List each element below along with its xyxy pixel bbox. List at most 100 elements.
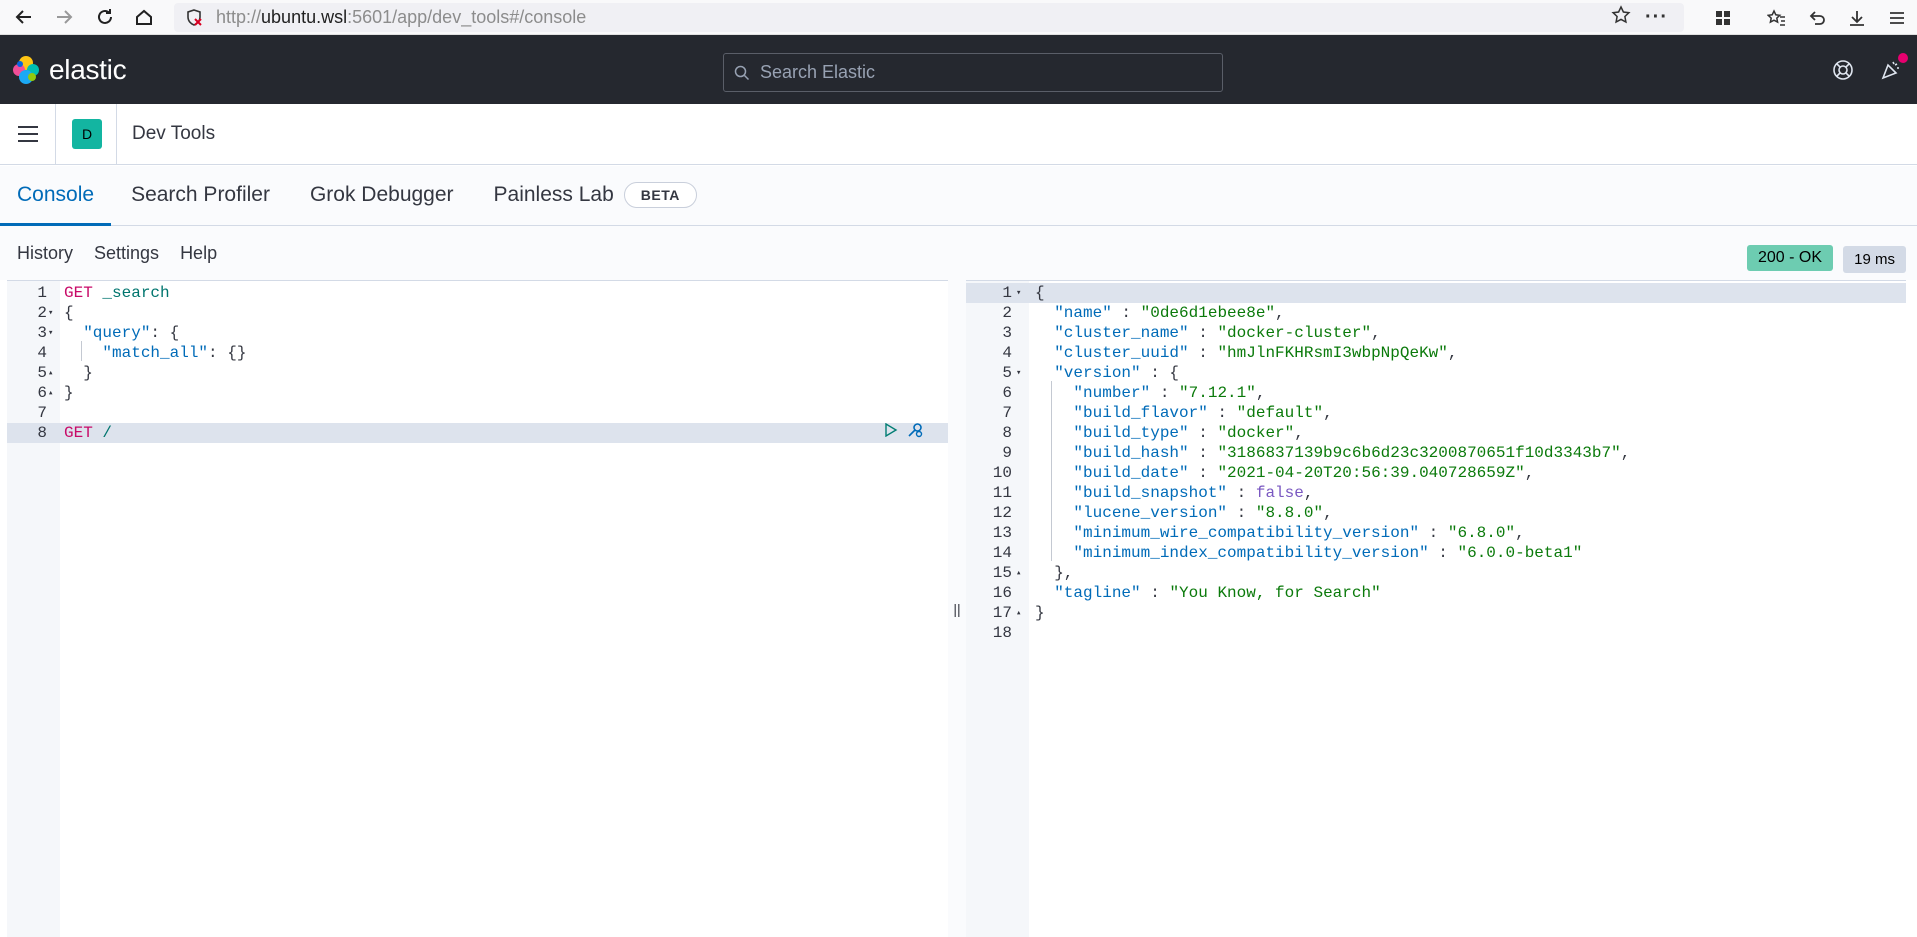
elastic-logo[interactable]: elastic	[11, 53, 127, 86]
help-link[interactable]: Help	[180, 243, 217, 264]
code-text: }	[1035, 604, 1045, 622]
global-search-input[interactable]	[760, 62, 1200, 83]
code-text: }	[64, 364, 93, 382]
request-line: 1 GET _search	[7, 283, 948, 303]
line-number: 7	[37, 404, 47, 422]
history-undo-icon[interactable]	[1797, 0, 1837, 35]
forward-icon[interactable]	[44, 0, 84, 35]
line-number: 7	[1002, 404, 1012, 422]
response-line: 17 ▴}	[966, 603, 1906, 623]
downloads-icon[interactable]	[1837, 0, 1877, 35]
line-number: 18	[992, 624, 1012, 642]
code-text: "tagline" : "You Know, for Search"	[1054, 584, 1381, 602]
url-bar[interactable]: http://ubuntu.wsl:5601/app/dev_tools#/co…	[174, 3, 1684, 32]
code-text: "lucene_version" : "8.8.0",	[1073, 504, 1333, 522]
settings-link[interactable]: Settings	[94, 243, 159, 264]
response-editor: 1 ▾{2 "name" : "0de6d1ebee8e", 3 "cluster_…	[966, 280, 1906, 937]
line-number: 5	[1002, 364, 1012, 382]
fold-toggle-icon[interactable]: ▴	[48, 363, 53, 383]
url-text: http://ubuntu.wsl:5601/app/dev_tools#/co…	[216, 7, 587, 27]
response-line: 1 ▾ {	[966, 283, 1906, 303]
insecure-connection-icon[interactable]	[184, 8, 208, 28]
response-line: 9 "build_hash" : "3186837139b9c6b6d23c32…	[966, 443, 1906, 463]
code-text: "build_date" : "2021-04-20T20:56:39.0407…	[1073, 464, 1535, 482]
browser-menu-icon[interactable]	[1877, 0, 1917, 35]
response-line: 11 "build_snapshot" : false,	[966, 483, 1906, 503]
back-icon[interactable]	[4, 0, 44, 35]
line-number: 9	[1002, 444, 1012, 462]
response-line: 5 ▾ "version" : {	[966, 363, 1906, 383]
wrench-icon[interactable]	[906, 421, 924, 445]
line-number: 16	[992, 584, 1012, 602]
code-text: "version" : {	[1054, 364, 1180, 382]
code-text: }	[64, 384, 74, 402]
tab-painless-lab[interactable]: Painless Lab BETA	[477, 165, 714, 225]
elastic-header: elastic	[0, 35, 1917, 104]
bookmark-star-icon[interactable]	[1611, 5, 1631, 30]
page-actions-icon[interactable]: ···	[1645, 6, 1668, 29]
search-icon	[734, 65, 750, 81]
request-line: 6 ▴}	[7, 383, 948, 403]
line-number: 6	[1002, 384, 1012, 402]
code-text: "match_all": {}	[102, 344, 247, 362]
home-icon[interactable]	[124, 0, 164, 35]
response-line: 7 "build_flavor" : "default",	[966, 403, 1906, 423]
response-line: 6 "number" : "7.12.1",	[966, 383, 1906, 403]
line-number: 5	[37, 364, 47, 382]
fold-toggle-icon[interactable]: ▾	[1016, 283, 1021, 303]
fold-toggle-icon[interactable]: ▾	[48, 303, 53, 323]
fold-toggle-icon[interactable]: ▴	[1016, 603, 1021, 623]
newsfeed-icon[interactable]	[1880, 52, 1908, 81]
request-editor[interactable]: 1 GET _search 2 ▾{3 ▾ "query": {4 "match_all…	[7, 280, 948, 937]
line-number: 8	[1002, 424, 1012, 442]
code-text: "name" : "0de6d1ebee8e",	[1054, 304, 1285, 322]
editor-resizer[interactable]: ||	[948, 280, 966, 937]
notification-dot	[1898, 52, 1908, 63]
code-text: GET /	[64, 424, 113, 442]
status-badge: 200 - OK	[1746, 245, 1833, 271]
help-icon[interactable]	[1832, 59, 1854, 81]
space-avatar[interactable]: D	[72, 119, 102, 149]
favorites-icon[interactable]	[1757, 0, 1797, 35]
fold-toggle-icon[interactable]: ▾	[1016, 363, 1021, 383]
indent-guide	[81, 341, 82, 361]
code-text: "build_hash" : "3186837139b9c6b6d23c3200…	[1073, 444, 1631, 462]
global-search[interactable]	[723, 53, 1223, 92]
line-number: 12	[992, 504, 1012, 522]
response-line: 14 "minimum_index_compatibility_version"…	[966, 543, 1906, 563]
divider	[116, 103, 117, 165]
line-number: 17	[992, 604, 1012, 622]
response-line: 8 "build_type" : "docker",	[966, 423, 1906, 443]
response-line: 13 "minimum_wire_compatibility_version" …	[966, 523, 1906, 543]
response-line: 15 ▴ },	[966, 563, 1906, 583]
code-text: "build_type" : "docker",	[1073, 424, 1304, 442]
code-text: {	[1035, 284, 1045, 302]
response-line: 12 "lucene_version" : "8.8.0",	[966, 503, 1906, 523]
fold-toggle-icon[interactable]: ▴	[1016, 563, 1021, 583]
hamburger-icon	[17, 126, 38, 142]
code-text: "query": {	[83, 324, 180, 342]
indent-guide	[1051, 381, 1052, 561]
history-link[interactable]: History	[17, 243, 73, 264]
code-text: GET _search	[64, 284, 170, 302]
line-number: 11	[992, 484, 1012, 502]
send-request-icon[interactable]	[884, 422, 898, 443]
code-text: "minimum_wire_compatibility_version" : "…	[1073, 524, 1525, 542]
reload-icon[interactable]	[85, 0, 125, 35]
collections-icon[interactable]	[1703, 0, 1743, 35]
fold-toggle-icon[interactable]: ▾	[48, 323, 53, 343]
console-toolbar: History Settings Help 200 - OK 19 ms	[0, 226, 1917, 280]
tab-console[interactable]: Console	[0, 165, 112, 226]
browser-toolbar: http://ubuntu.wsl:5601/app/dev_tools#/co…	[0, 0, 1917, 35]
side-nav-toggle[interactable]	[0, 103, 56, 165]
fold-toggle-icon[interactable]: ▴	[48, 383, 53, 403]
response-line: 10 "build_date" : "2021-04-20T20:56:39.0…	[966, 463, 1906, 483]
tab-search-profiler[interactable]: Search Profiler	[114, 165, 287, 225]
line-number: 1	[37, 284, 47, 302]
line-number: 4	[37, 344, 47, 362]
line-number: 3	[1002, 324, 1012, 342]
line-number: 14	[992, 544, 1012, 562]
app-bar: D Dev Tools	[0, 103, 1917, 165]
tab-grok-debugger[interactable]: Grok Debugger	[293, 165, 471, 225]
brand-name: elastic	[49, 53, 127, 85]
